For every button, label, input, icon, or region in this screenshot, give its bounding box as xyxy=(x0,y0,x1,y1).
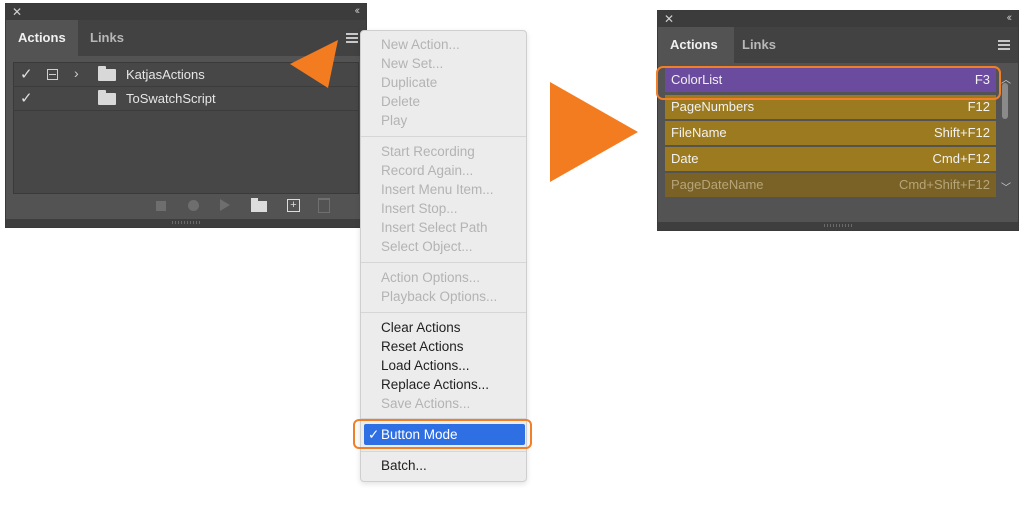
highlight-ring xyxy=(353,419,532,449)
action-set-name: ToSwatchScript xyxy=(126,91,216,106)
menu-item-select-object[interactable]: Select Object... xyxy=(381,237,473,256)
record-icon[interactable] xyxy=(188,200,199,211)
tab-links[interactable]: Links xyxy=(730,27,788,63)
menu-item-record-again[interactable]: Record Again... xyxy=(381,161,473,180)
collapse-icon[interactable]: ‹‹ xyxy=(1007,11,1013,25)
folder-icon xyxy=(98,90,116,105)
transition-arrow-icon xyxy=(550,82,638,182)
action-set-name: KatjasActions xyxy=(126,67,205,82)
collapse-icon[interactable]: ‹‹ xyxy=(355,4,361,18)
menu-separator xyxy=(361,312,526,313)
checkmark-icon[interactable]: ✓ xyxy=(20,89,33,107)
menu-item-reset-actions[interactable]: Reset Actions xyxy=(381,337,464,356)
tab-links[interactable]: Links xyxy=(78,20,136,56)
menu-item-start-recording[interactable]: Start Recording xyxy=(381,142,475,161)
menu-item-batch[interactable]: Batch... xyxy=(381,456,427,475)
menu-separator xyxy=(361,262,526,263)
menu-separator xyxy=(361,136,526,137)
action-button-shortcut: Shift+F12 xyxy=(933,125,990,140)
pointer-arrow-icon xyxy=(290,40,338,88)
menu-item-insert-select-path[interactable]: Insert Select Path xyxy=(381,218,488,237)
close-icon[interactable]: ✕ xyxy=(12,5,22,19)
menu-item-duplicate[interactable]: Duplicate xyxy=(381,73,437,92)
new-action-icon[interactable]: + xyxy=(287,199,300,212)
menu-item-save-actions[interactable]: Save Actions... xyxy=(381,394,470,413)
menu-separator xyxy=(361,451,526,452)
menu-item-playback-options[interactable]: Playback Options... xyxy=(381,287,497,306)
panel-titlebar: ✕ ‹‹ xyxy=(658,11,1018,27)
action-button-pagedatename[interactable]: PageDateName Cmd+Shift+F12 xyxy=(665,173,996,197)
tab-actions[interactable]: Actions xyxy=(658,27,734,63)
new-set-folder-icon[interactable] xyxy=(251,198,267,212)
action-button-shortcut: Cmd+F12 xyxy=(932,151,990,166)
trash-icon[interactable] xyxy=(318,198,330,213)
menu-item-new-set[interactable]: New Set... xyxy=(381,54,443,73)
chevron-right-icon[interactable]: › xyxy=(74,65,79,81)
panel-toolbar: + xyxy=(6,194,366,216)
resize-grip[interactable] xyxy=(6,219,366,227)
panel-titlebar: ✕ ‹‹ xyxy=(6,4,366,20)
action-button-label: PageNumbers xyxy=(671,99,755,114)
menu-item-play[interactable]: Play xyxy=(381,111,407,130)
menu-item-clear-actions[interactable]: Clear Actions xyxy=(381,318,461,337)
panel-menu-icon[interactable] xyxy=(998,40,1010,50)
menu-item-new-action[interactable]: New Action... xyxy=(381,35,460,54)
folder-icon xyxy=(98,66,116,81)
action-button-filename[interactable]: FileName Shift+F12 xyxy=(665,121,996,145)
menu-item-replace-actions[interactable]: Replace Actions... xyxy=(381,375,489,394)
panel-tabbar: Actions Links xyxy=(658,27,1018,63)
stop-icon[interactable] xyxy=(156,201,166,211)
checkmark-icon[interactable]: ✓ xyxy=(20,65,33,83)
action-button-label: FileName xyxy=(671,125,727,140)
scrollbar-thumb[interactable] xyxy=(1002,83,1008,119)
action-button-date[interactable]: Date Cmd+F12 xyxy=(665,147,996,171)
panel-flyout-menu: New Action... New Set... Duplicate Delet… xyxy=(360,30,527,482)
scroll-down-icon[interactable]: ﹀ xyxy=(1001,179,1011,194)
play-icon[interactable] xyxy=(220,199,230,211)
menu-item-action-options[interactable]: Action Options... xyxy=(381,268,480,287)
menu-item-delete[interactable]: Delete xyxy=(381,92,420,111)
actions-panel-button-mode: ✕ ‹‹ Actions Links ColorList F3 PageNumb… xyxy=(657,10,1019,231)
resize-grip[interactable] xyxy=(658,222,1018,230)
action-button-label: Date xyxy=(671,151,699,166)
menu-item-insert-menu-item[interactable]: Insert Menu Item... xyxy=(381,180,494,199)
action-button-label: PageDateName xyxy=(671,177,764,192)
dialog-toggle-icon[interactable] xyxy=(47,69,58,80)
menu-item-load-actions[interactable]: Load Actions... xyxy=(381,356,470,375)
tab-actions[interactable]: Actions xyxy=(6,20,78,56)
menu-item-insert-stop[interactable]: Insert Stop... xyxy=(381,199,458,218)
highlight-ring xyxy=(656,66,1001,100)
action-button-shortcut: Cmd+Shift+F12 xyxy=(898,177,990,192)
close-icon[interactable]: ✕ xyxy=(664,12,674,26)
